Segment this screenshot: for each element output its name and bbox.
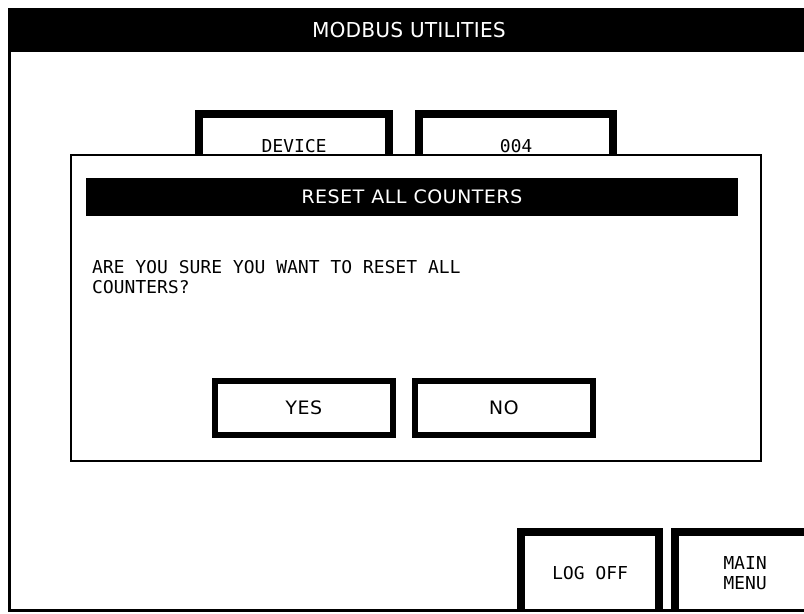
reset-counters-dialog: RESET ALL COUNTERS ARE YOU SURE YOU WANT… <box>70 154 762 462</box>
dialog-message: ARE YOU SURE YOU WANT TO RESET ALL COUNT… <box>92 257 461 298</box>
screen-title: MODBUS UTILITIES <box>11 8 804 52</box>
dialog-title: RESET ALL COUNTERS <box>86 178 738 216</box>
no-button[interactable]: NO <box>412 378 596 438</box>
hmi-screen: MODBUS UTILITIES DEVICE 004 RESET ALL CO… <box>8 8 804 612</box>
yes-button[interactable]: YES <box>212 378 396 438</box>
main-menu-button[interactable]: MAIN MENU <box>671 528 804 609</box>
log-off-button[interactable]: LOG OFF <box>517 528 663 609</box>
